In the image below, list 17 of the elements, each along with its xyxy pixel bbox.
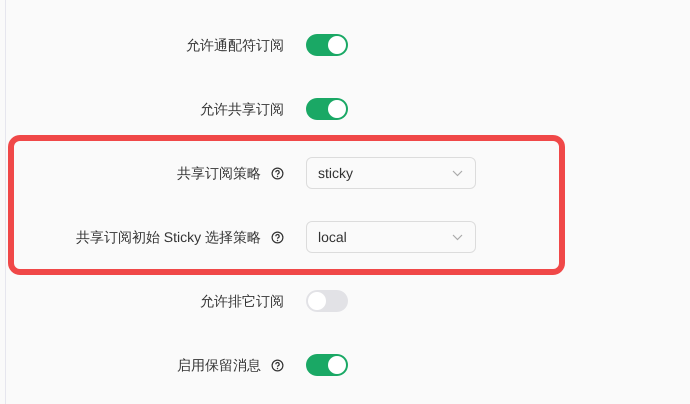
chevron-down-icon: [452, 234, 463, 240]
setting-label: 允许排它订阅: [200, 292, 284, 310]
help-icon[interactable]: [271, 166, 284, 180]
select-field[interactable]: sticky: [306, 157, 476, 189]
setting-label: 共享订阅初始 Sticky 选择策略: [76, 228, 261, 247]
setting-label: 启用保留消息: [177, 356, 261, 374]
setting-label: 允许通配符订阅: [186, 36, 284, 54]
toggle-switch[interactable]: [306, 354, 348, 376]
chevron-down-icon: [452, 170, 463, 176]
help-icon[interactable]: [271, 358, 284, 372]
select-field[interactable]: local: [306, 221, 476, 253]
toggle-switch[interactable]: [306, 34, 348, 56]
help-icon[interactable]: [271, 230, 284, 244]
toggle-switch[interactable]: [306, 290, 348, 312]
setting-label: 共享订阅策略: [177, 164, 261, 182]
toggle-switch[interactable]: [306, 98, 348, 120]
setting-label: 允许共享订阅: [200, 100, 284, 118]
